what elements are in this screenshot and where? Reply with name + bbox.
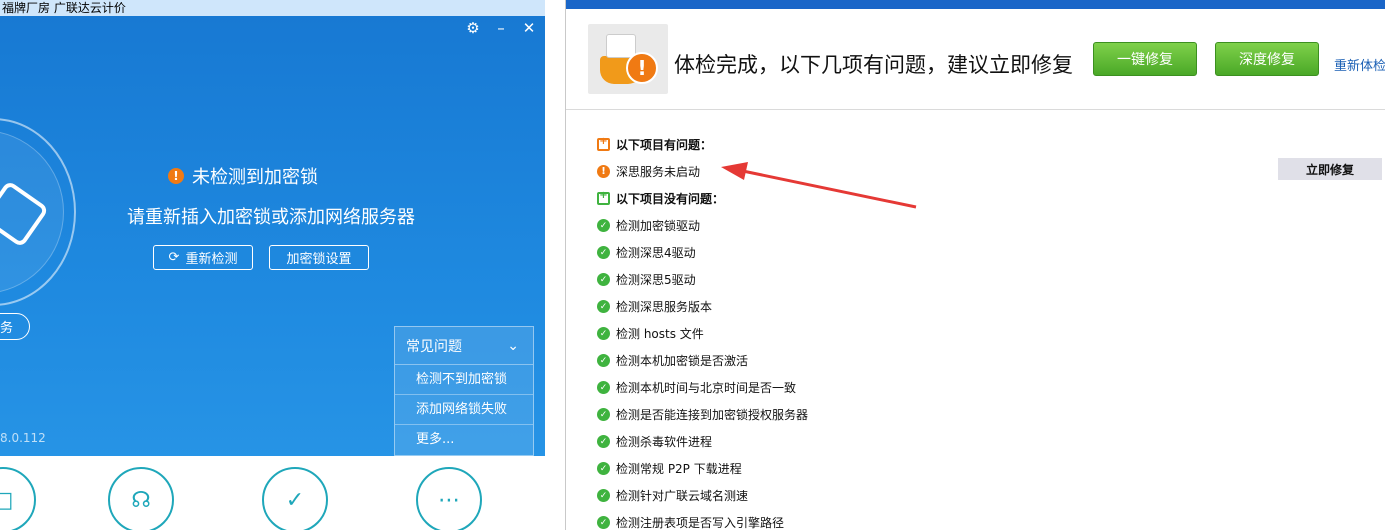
- check-icon: ✓: [597, 354, 610, 367]
- ok-item-label: 检测 hosts 文件: [616, 327, 704, 341]
- ok-item-label: 检测深思服务版本: [616, 300, 713, 314]
- check-icon: ✓: [597, 408, 610, 421]
- chevron-down-icon: ⌄: [507, 337, 519, 354]
- minimize-icon[interactable]: –: [493, 19, 509, 37]
- quick-fix-button[interactable]: 一键修复: [1093, 42, 1197, 76]
- ok-item: ✓ 检测本机时间与北京时间是否一致: [597, 379, 796, 396]
- check-icon: ✓: [597, 300, 610, 313]
- ok-item-label: 检测深思5驱动: [616, 273, 696, 287]
- diagnostic-results: 以下项目有问题： ! 深思服务未启动 立即修复 以下项目没有问题： ✓ 检测加密锁…: [566, 110, 1385, 530]
- window-title: 福牌厂房 广联达云计价: [0, 0, 545, 16]
- check-icon: ✓: [597, 489, 610, 502]
- warning-icon: !: [626, 52, 658, 84]
- ok-section-title: 以下项目没有问题：: [597, 190, 724, 207]
- ok-item-label: 检测针对广联云域名测速: [616, 489, 749, 503]
- problem-item: ! 深思服务未启动: [597, 163, 700, 180]
- ok-item-label: 检测常规 P2P 下载进程: [616, 462, 742, 476]
- lock-settings-label: 加密锁设置: [286, 252, 352, 267]
- ok-item: ✓ 检测常规 P2P 下载进程: [597, 460, 742, 477]
- check-icon: ✓: [597, 435, 610, 448]
- faq-title: 常见问题: [406, 338, 462, 355]
- check-icon: ✓: [597, 327, 610, 340]
- close-icon[interactable]: ✕: [521, 19, 537, 37]
- version-text: 8.0.112: [0, 431, 46, 445]
- service-button[interactable]: 务: [0, 313, 30, 340]
- deep-fix-button[interactable]: 深度修复: [1215, 42, 1319, 76]
- ok-item-label: 检测注册表项是否写入引擎路径: [616, 516, 785, 530]
- status-subtext: 请重新插入加密锁或添加网络服务器: [127, 207, 415, 228]
- diagnostic-header: ! 体检完成，以下几项有问题，建议立即修复 一键修复 深度修复 重新体检: [566, 9, 1385, 110]
- arrow-shaft: [737, 168, 917, 209]
- ok-item-label: 检测是否能连接到加密锁授权服务器: [616, 408, 809, 422]
- headset-icon[interactable]: ☊: [108, 467, 174, 530]
- lock-settings-button[interactable]: 加密锁设置: [269, 245, 369, 270]
- redetect-button[interactable]: ⟳ 重新检测: [153, 245, 253, 270]
- window-gap: [545, 0, 565, 530]
- faq-item[interactable]: 检测不到加密锁: [395, 365, 533, 395]
- ok-item: ✓ 检测是否能连接到加密锁授权服务器: [597, 406, 808, 423]
- faq-item[interactable]: 更多...: [395, 425, 533, 455]
- check-icon: ✓: [597, 516, 610, 529]
- problems-section-title: 以下项目有问题：: [597, 136, 712, 153]
- check-icon: ✓: [597, 381, 610, 394]
- problems-title-text: 以下项目有问题：: [616, 138, 713, 152]
- recheck-link[interactable]: 重新体检: [1334, 55, 1385, 74]
- ok-item: ✓ 检测 hosts 文件: [597, 325, 704, 342]
- ok-item: ✓ 检测针对广联云域名测速: [597, 487, 748, 504]
- status-headline: ! 未检测到加密锁: [168, 163, 318, 189]
- faq-item[interactable]: 添加网络锁失败: [395, 395, 533, 425]
- problem-item-label: 深思服务未启动: [616, 165, 701, 179]
- shield-icon[interactable]: ✓: [262, 467, 328, 530]
- status-text: 未检测到加密锁: [192, 167, 318, 188]
- diagnostic-window: ! 体检完成，以下几项有问题，建议立即修复 一键修复 深度修复 重新体检 以下项…: [565, 0, 1385, 530]
- usb-key-icon: !: [588, 24, 668, 94]
- error-icon: !: [597, 165, 610, 178]
- ok-item: ✓ 检测深思服务版本: [597, 298, 712, 315]
- ok-item: ✓ 检测杀毒软件进程: [597, 433, 712, 450]
- faq-header[interactable]: 常见问题 ⌄: [395, 327, 533, 365]
- ok-item: ✓ 检测加密锁驱动: [597, 217, 700, 234]
- refresh-icon: ⟳: [168, 250, 180, 265]
- ok-item-label: 检测本机时间与北京时间是否一致: [616, 381, 797, 395]
- ok-item: ✓ 检测本机加密锁是否激活: [597, 352, 748, 369]
- diagnostic-title: 体检完成，以下几项有问题，建议立即修复: [674, 53, 1073, 77]
- check-icon: ✓: [597, 246, 610, 259]
- ok-item-label: 检测加密锁驱动: [616, 219, 701, 233]
- ok-item: ✓ 检测深思4驱动: [597, 244, 696, 261]
- check-icon: ✓: [597, 219, 610, 232]
- service-label: 务: [0, 321, 13, 336]
- guard-window: 福牌厂房 广联达云计价 ⚙ – ✕ ! 未检测到加密锁 请重新插入加密锁或添加网…: [0, 0, 545, 530]
- ok-item: ✓ 检测深思5驱动: [597, 271, 696, 288]
- medkit-icon: [597, 136, 610, 151]
- check-icon: ✓: [597, 462, 610, 475]
- ok-item-label: 检测杀毒软件进程: [616, 435, 713, 449]
- window-controls: ⚙ – ✕: [465, 19, 537, 37]
- ok-title-text: 以下项目没有问题：: [616, 192, 725, 206]
- medkit-icon: [597, 190, 610, 205]
- ok-item-label: 检测深思4驱动: [616, 246, 696, 260]
- redetect-label: 重新检测: [185, 252, 238, 267]
- faq-panel: 常见问题 ⌄ 检测不到加密锁 添加网络锁失败 更多...: [394, 326, 534, 456]
- arrow-head: [721, 162, 748, 180]
- ok-item: ✓ 检测注册表项是否写入引擎路径: [597, 514, 784, 530]
- window-topline: [566, 0, 1385, 9]
- ok-item-label: 检测本机加密锁是否激活: [616, 354, 749, 368]
- warning-icon: !: [168, 168, 184, 184]
- gear-icon[interactable]: ⚙: [465, 19, 481, 37]
- check-icon: ✓: [597, 273, 610, 286]
- fix-now-button[interactable]: 立即修复: [1278, 158, 1382, 180]
- more-icon[interactable]: ⋯: [416, 467, 482, 530]
